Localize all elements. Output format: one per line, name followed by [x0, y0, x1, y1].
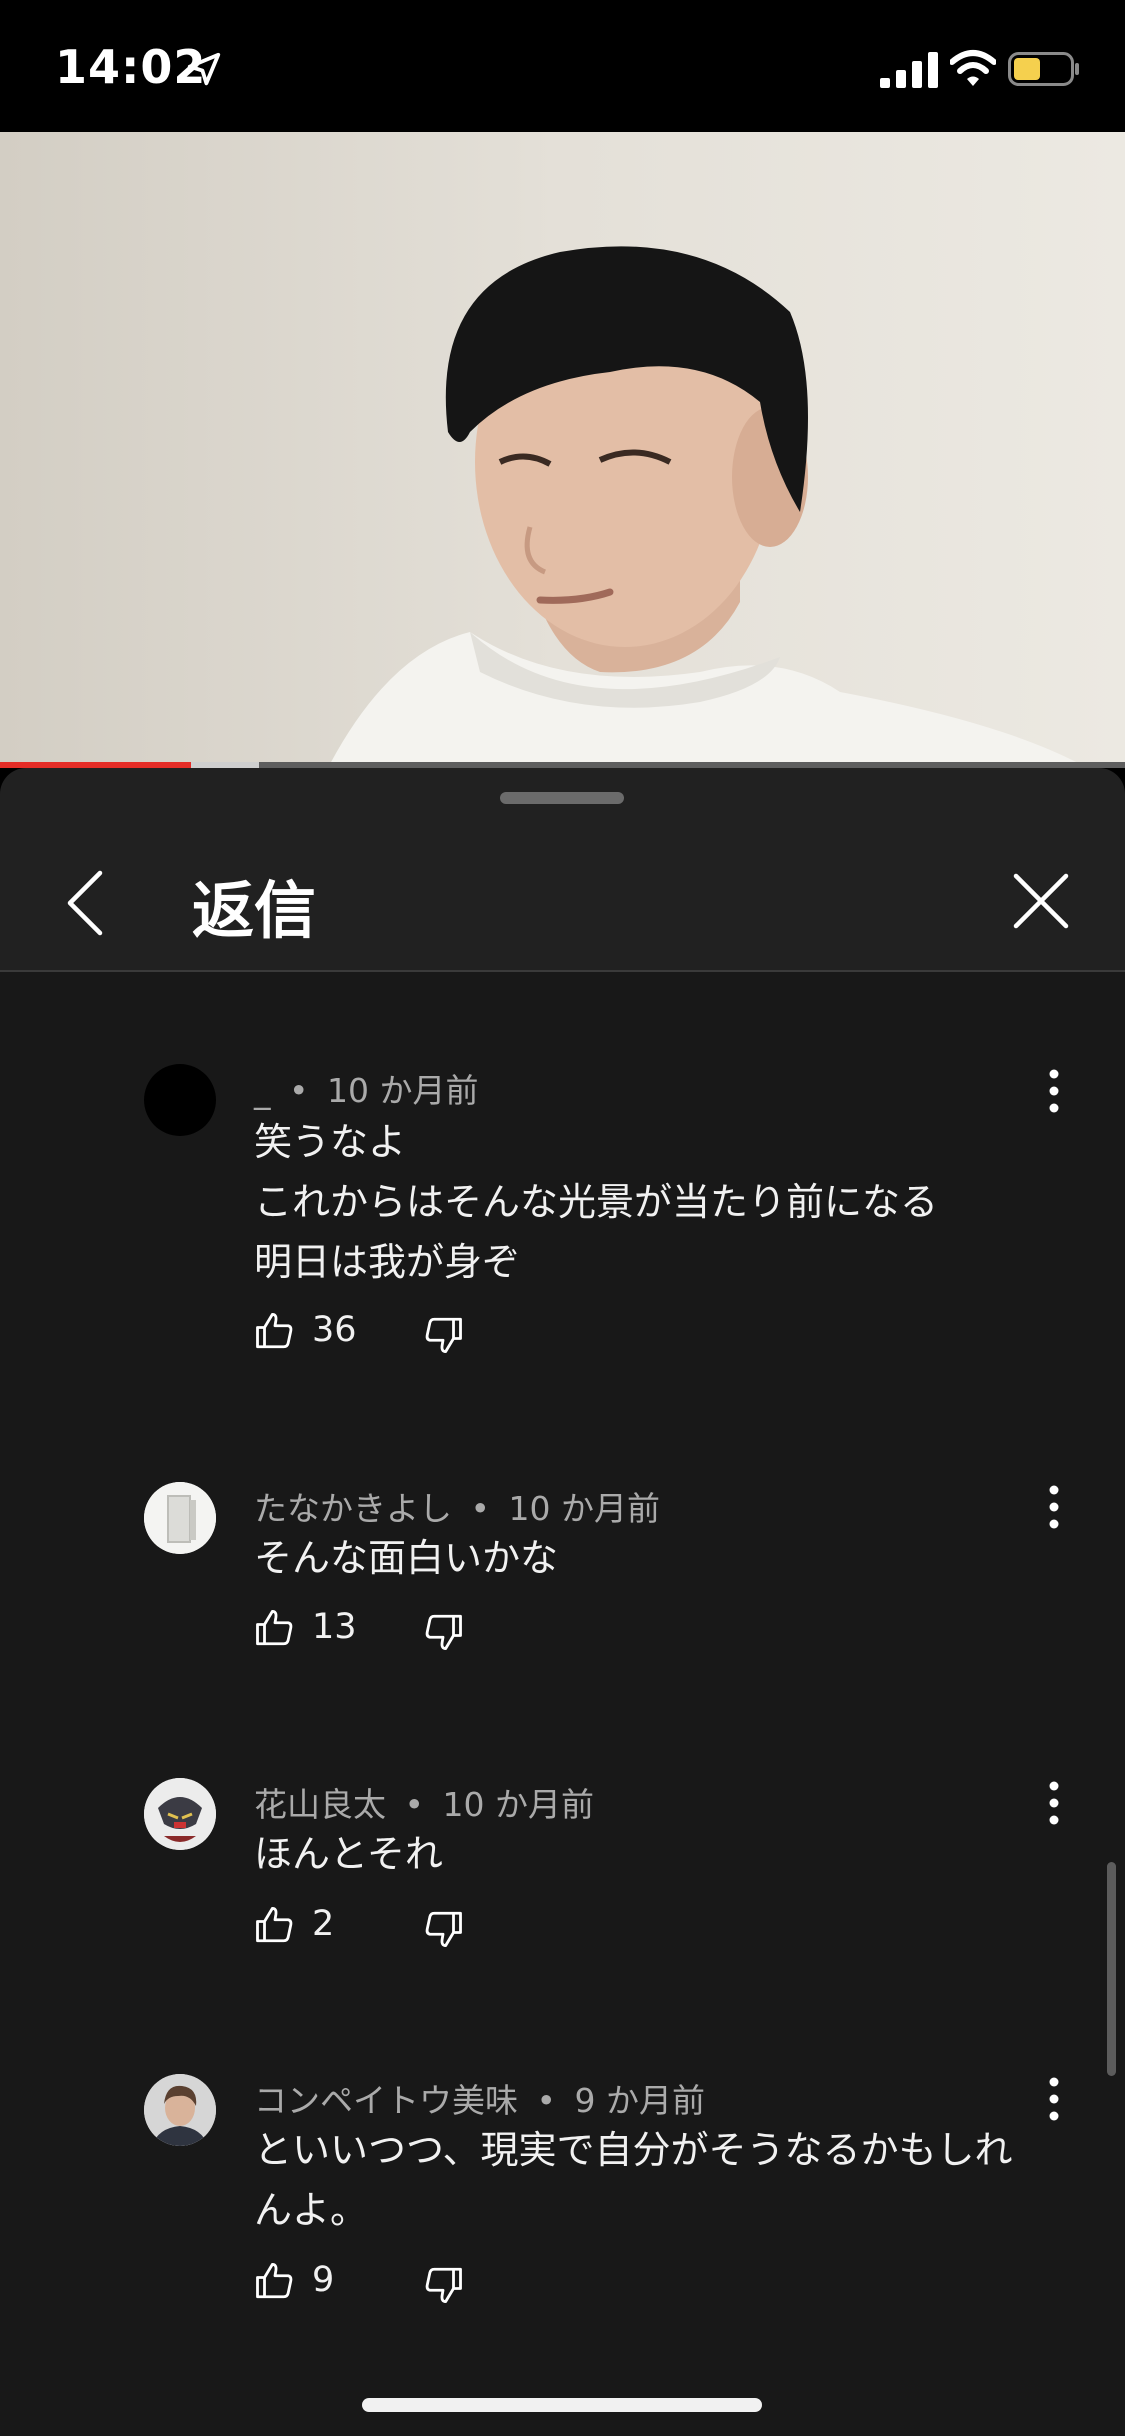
comment-time: 9 か月前 [574, 2081, 705, 2120]
like-count: 2 [312, 1904, 335, 1944]
like-count: 13 [312, 1607, 357, 1647]
home-indicator[interactable] [362, 2398, 762, 2412]
thumbs-up-icon[interactable] [254, 1607, 296, 1649]
avatar[interactable] [144, 1778, 216, 1850]
avatar[interactable] [144, 1482, 216, 1554]
replies-list[interactable]: _ • 10 か月前 笑うなよ これからはそんな光景が当たり前になる 明日は我が… [0, 972, 1125, 2436]
avatar-image [144, 2074, 216, 2146]
like-row: 36 [254, 1308, 514, 1358]
like-count: 36 [312, 1310, 357, 1350]
comment-author[interactable]: 花山良太 [254, 1785, 386, 1824]
comment-meta: たなかきよし • 10 か月前 [254, 1482, 660, 1530]
comment-meta: _ • 10 か月前 [254, 1064, 478, 1112]
thumbs-up-icon[interactable] [254, 2260, 296, 2302]
thumbs-down-icon[interactable] [422, 1908, 464, 1950]
comment-meta: 花山良太 • 10 か月前 [254, 1778, 594, 1826]
thumbs-down-icon[interactable] [422, 1611, 464, 1653]
avatar[interactable] [144, 1064, 216, 1136]
comment-time: 10 か月前 [508, 1489, 660, 1528]
separator: • [470, 1489, 490, 1528]
comment-author[interactable]: たなかきよし [254, 1489, 452, 1528]
comment-author[interactable]: _ [254, 1071, 271, 1110]
thumbs-up-icon[interactable] [254, 1310, 296, 1352]
page-title: 返信 [192, 874, 317, 947]
status-time: 14:02 [55, 40, 207, 94]
thumbs-down-icon[interactable] [422, 2264, 464, 2306]
like-row: 13 [254, 1605, 514, 1655]
wifi-icon [950, 50, 996, 86]
comment-time: 10 か月前 [442, 1785, 594, 1824]
more-options-icon[interactable] [1036, 1482, 1072, 1532]
comment-author[interactable]: コンペイトウ美味 [254, 2081, 518, 2120]
more-options-icon[interactable] [1036, 1066, 1072, 1116]
comment-line: 笑うなよ [254, 1120, 407, 1164]
comment-line: これからはそんな光景が当たり前になる [254, 1180, 939, 1224]
separator: • [404, 1785, 424, 1824]
chevron-left-icon[interactable] [58, 863, 112, 943]
status-bar: 14:02 [0, 0, 1125, 132]
comment-line: 明日は我が身ぞ [254, 1240, 521, 1284]
avatar-image [144, 1778, 216, 1850]
replies-sheet: 返信 _ • 10 か月前 笑うなよ これからはそんな光景が当たり前になる 明日… [0, 768, 1125, 2436]
comment-line: んよ。 [254, 2188, 369, 2232]
avatar[interactable] [144, 2074, 216, 2146]
comment-text: ほんとそれ [254, 1824, 1054, 1884]
more-options-icon[interactable] [1036, 1778, 1072, 1828]
cellular-signal-icon [880, 52, 938, 88]
like-row: 9 [254, 2258, 514, 2308]
avatar-image [144, 1482, 216, 1554]
comment-text: そんな面白いかな [254, 1528, 1054, 1588]
comment-text: 笑うなよ これからはそんな光景が当たり前になる 明日は我が身ぞ [254, 1112, 1054, 1292]
like-count: 9 [312, 2260, 335, 2300]
video-frame-image [0, 132, 1125, 764]
video-player[interactable] [0, 132, 1125, 764]
location-arrow-icon [187, 52, 221, 86]
comment-line: といいつつ、現実で自分がそうなるかもしれ [254, 2128, 1013, 2172]
drag-handle[interactable] [500, 792, 624, 804]
more-options-icon[interactable] [1036, 2074, 1072, 2124]
comment-line: ほんとそれ [254, 1832, 443, 1876]
comment-line: そんな面白いかな [254, 1536, 559, 1580]
comment-meta: コンペイトウ美味 • 9 か月前 [254, 2074, 705, 2122]
scroll-indicator[interactable] [1107, 1862, 1116, 2076]
battery-icon [1008, 52, 1079, 86]
thumbs-down-icon[interactable] [422, 1314, 464, 1356]
comment-text: といいつつ、現実で自分がそうなるかもしれ んよ。 [254, 2120, 1054, 2240]
separator: • [289, 1071, 309, 1110]
comment-time: 10 か月前 [326, 1071, 479, 1110]
separator: • [536, 2081, 556, 2120]
like-row: 2 [254, 1902, 514, 1952]
thumbs-up-icon[interactable] [254, 1904, 296, 1946]
close-icon[interactable] [1008, 868, 1074, 934]
